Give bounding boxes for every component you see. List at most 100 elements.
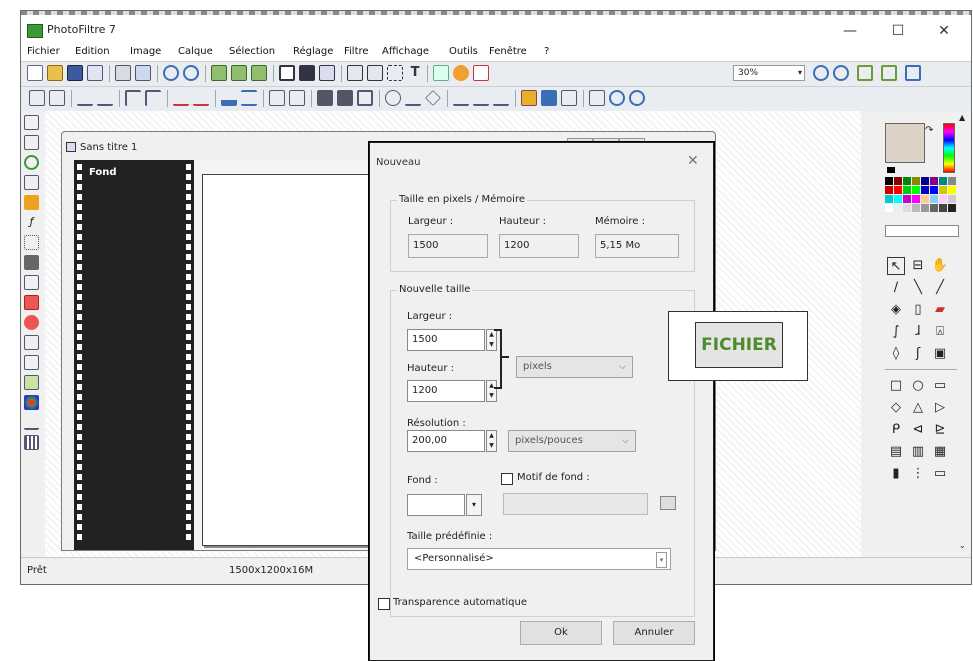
deform-icon[interactable]: ʃ [909, 345, 927, 363]
magic-wand-icon[interactable]: ╲ [909, 279, 927, 297]
rgb-icon[interactable] [24, 395, 39, 410]
save-icon[interactable] [67, 65, 83, 81]
rounded-rect-shape-icon[interactable]: ▭ [931, 377, 949, 395]
paste-image-icon[interactable] [211, 65, 227, 81]
brightness-icon[interactable] [453, 65, 469, 81]
stamp-icon[interactable]: ⍓ [931, 323, 949, 341]
selection-tool-icon[interactable]: ⊟ [909, 257, 927, 275]
copy-icon[interactable] [87, 65, 103, 81]
menu-help[interactable]: ? [544, 46, 549, 57]
redo-icon[interactable] [183, 65, 199, 81]
mountain-icon[interactable] [221, 90, 237, 106]
color-palette-icon[interactable] [24, 195, 39, 210]
color-swatch[interactable] [894, 204, 902, 212]
blur-drop-icon[interactable]: ◊ [887, 345, 905, 363]
color-swatch[interactable] [921, 195, 929, 203]
color-swatch[interactable] [921, 177, 929, 185]
full-screen-icon[interactable] [905, 65, 921, 81]
ok-button[interactable]: Ok [520, 621, 602, 645]
pipette-icon[interactable]: ∕ [887, 279, 905, 297]
explorer-icon[interactable] [24, 115, 39, 130]
color-swatch[interactable] [894, 177, 902, 185]
auto-contrast-icon[interactable] [433, 65, 449, 81]
scroll-down-icon[interactable]: ⌄ [959, 541, 966, 550]
color-swatch[interactable] [894, 195, 902, 203]
zoom-select[interactable]: 30% ▾ [733, 65, 805, 81]
triangle-shape-icon[interactable]: △ [909, 399, 927, 417]
scan-icon[interactable] [135, 65, 151, 81]
effects-icon[interactable] [24, 315, 39, 330]
menu-outils[interactable]: Outils [449, 46, 478, 57]
rotate-left-icon[interactable] [609, 90, 625, 106]
gallery-icon[interactable] [24, 295, 39, 310]
menu-filtre[interactable]: Filtre [344, 46, 369, 57]
expand-selection-icon[interactable]: ⋮ [909, 465, 927, 483]
save-as-icon[interactable] [24, 335, 39, 350]
frame-icon[interactable] [521, 90, 537, 106]
color-swatch[interactable] [894, 186, 902, 194]
color-swatch[interactable] [903, 177, 911, 185]
emboss-icon[interactable] [357, 90, 373, 106]
canvas-size-icon[interactable] [299, 65, 315, 81]
levels-icon[interactable] [29, 90, 45, 106]
cancel-button[interactable]: Annuler [613, 621, 695, 645]
hide-selection-icon[interactable]: ▦ [931, 443, 949, 461]
new-icon[interactable] [27, 65, 43, 81]
image-size-icon[interactable] [279, 65, 295, 81]
undo-icon[interactable] [163, 65, 179, 81]
curves-icon[interactable] [49, 90, 65, 106]
color-swatch[interactable] [939, 195, 947, 203]
image-icon[interactable] [561, 90, 577, 106]
zoom-out-icon[interactable] [833, 65, 849, 81]
color-swatch[interactable] [921, 204, 929, 212]
width-input[interactable]: 1500 [407, 329, 485, 351]
pattern-icon[interactable] [24, 235, 39, 250]
diamond-icon[interactable] [425, 90, 441, 106]
color-swatch[interactable] [948, 195, 956, 203]
saturation-minus-icon[interactable] [173, 90, 189, 106]
paste-new-icon[interactable] [251, 65, 267, 81]
pointer-tool-icon[interactable]: ↖ [887, 257, 905, 275]
resolution-input[interactable]: 200,00 [407, 430, 485, 452]
layer-fond[interactable]: Fond [89, 167, 117, 178]
zoom-in-icon[interactable] [813, 65, 829, 81]
duplicate-icon[interactable] [231, 65, 247, 81]
color-swatch[interactable] [885, 195, 893, 203]
menu-reglage[interactable]: Réglage [293, 46, 333, 57]
sharpen-more-icon[interactable] [337, 90, 353, 106]
invert-selection-icon[interactable]: ▥ [909, 443, 927, 461]
menu-fichier[interactable]: Fichier [27, 46, 60, 57]
plugin-icon[interactable] [24, 375, 39, 390]
scroll-up-icon[interactable]: ▲ [959, 113, 965, 122]
hand-tool-icon[interactable]: ✋ [931, 257, 949, 275]
ellipse-shape-icon[interactable]: ○ [909, 377, 927, 395]
contrast-minus-icon[interactable] [125, 90, 141, 106]
color-swatch[interactable] [930, 195, 938, 203]
layer-icon[interactable] [347, 65, 363, 81]
hue-slider[interactable] [943, 123, 955, 173]
diamond-shape-icon[interactable]: ◇ [887, 399, 905, 417]
selection-icon[interactable] [387, 65, 403, 81]
color-swatch[interactable] [912, 195, 920, 203]
swap-colors-icon[interactable]: ↷ [925, 125, 933, 136]
clone-stamp-icon[interactable]: ▣ [931, 345, 949, 363]
color-swatch[interactable] [939, 204, 947, 212]
color-swatch[interactable] [903, 195, 911, 203]
drop-icon[interactable] [385, 90, 401, 106]
color-swatch[interactable] [939, 186, 947, 194]
dialog-close-icon[interactable]: ✕ [687, 153, 699, 169]
spray-icon[interactable]: ▯ [909, 301, 927, 319]
globe-icon[interactable] [24, 155, 39, 170]
color-swatches[interactable] [885, 177, 957, 221]
sharpen-icon[interactable] [317, 90, 333, 106]
arrow-shape-icon[interactable]: ▷ [931, 399, 949, 417]
color-swatch[interactable] [930, 177, 938, 185]
shape-a-icon[interactable] [453, 90, 469, 106]
polygon-shape-icon[interactable]: ⊲ [909, 421, 927, 439]
background-color-select[interactable] [407, 494, 465, 516]
color-swatch[interactable] [930, 204, 938, 212]
menu-edition[interactable]: Edition [75, 46, 110, 57]
open-icon[interactable] [47, 65, 63, 81]
custom-shape-icon[interactable]: ⊵ [931, 421, 949, 439]
color-swatch[interactable] [948, 177, 956, 185]
